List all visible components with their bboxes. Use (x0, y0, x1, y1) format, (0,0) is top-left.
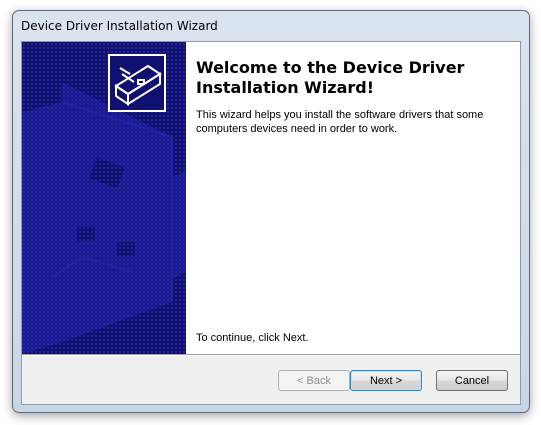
hardware-device-icon (108, 54, 166, 112)
window-title: Device Driver Installation Wizard (21, 19, 218, 33)
title-bar[interactable]: Device Driver Installation Wizard (13, 11, 529, 41)
intro-text: This wizard helps you install the softwa… (196, 109, 484, 135)
wizard-content: Welcome to the Device Driver Installatio… (186, 42, 520, 354)
wizard-banner (22, 42, 186, 354)
wizard-window: Device Driver Installation Wizard Welcom… (12, 10, 530, 413)
back-button[interactable]: < Back (278, 370, 350, 391)
continue-hint: To continue, click Next. (196, 332, 309, 344)
footer-separator (22, 354, 520, 356)
cancel-button[interactable]: Cancel (436, 370, 508, 391)
welcome-heading: Welcome to the Device Driver Installatio… (196, 58, 465, 97)
next-button[interactable]: Next > (350, 370, 422, 391)
wizard-client-area: Welcome to the Device Driver Installatio… (21, 41, 521, 405)
